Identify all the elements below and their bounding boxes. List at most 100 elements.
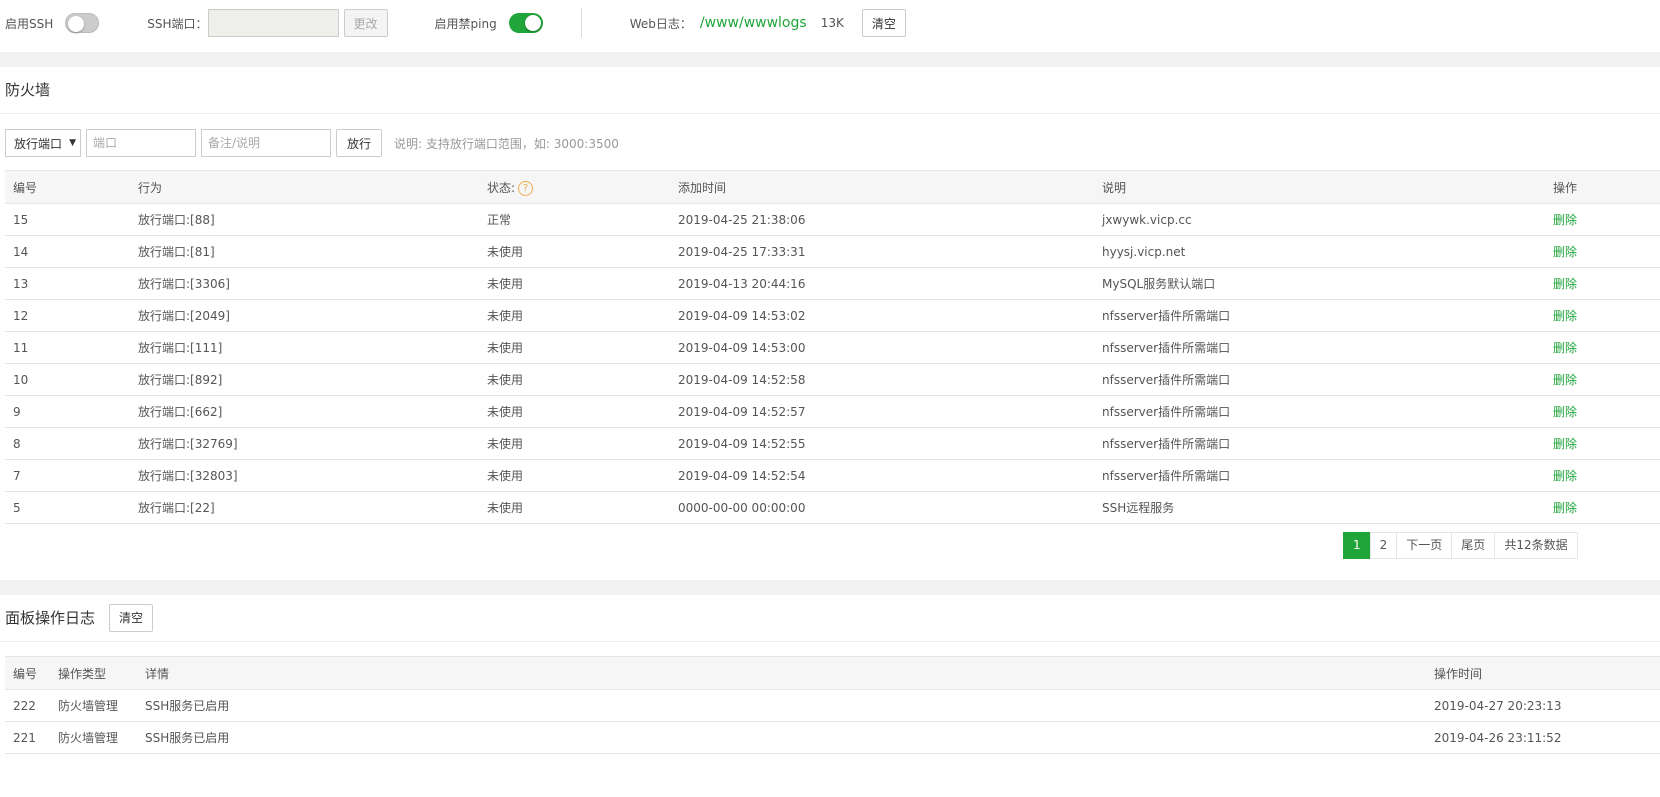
last-page-button[interactable]: 尾页: [1451, 532, 1496, 559]
ping-label: 启用禁ping: [434, 16, 497, 31]
cell-status: 未使用: [479, 491, 670, 524]
table-row: 222 防火墙管理 SSH服务已启用 2019-04-27 20:23:13: [5, 689, 1660, 722]
cell-id: 8: [5, 427, 130, 460]
delete-link[interactable]: 删除: [1545, 299, 1660, 332]
table-row: 5 放行端口:[22] 未使用 0000-00-00 00:00:00 SSH远程服务删…: [5, 491, 1660, 524]
oplog-table: 编号 操作类型 详情 操作时间 222 防火墙管理 SSH服务已启用 2019-04-…: [5, 656, 1660, 754]
toggle-knob: [524, 15, 541, 31]
cell-id: 5: [5, 491, 130, 524]
cell-action: 放行端口:[81]: [130, 235, 479, 268]
cell-id: 14: [5, 235, 130, 268]
cell-note: nfsserver插件所需端口: [1094, 299, 1545, 332]
cell-detail: SSH服务已启用: [137, 721, 1426, 754]
col-note: 说明: [1094, 170, 1545, 204]
allow-port-button[interactable]: 放行: [336, 129, 383, 157]
port-input[interactable]: [86, 129, 196, 157]
rule-type-value: 放行端口: [14, 136, 63, 151]
delete-link[interactable]: 删除: [1545, 427, 1660, 460]
cell-note: nfsserver插件所需端口: [1094, 395, 1545, 428]
col-action: 行为: [130, 170, 479, 204]
ssh-port-input[interactable]: [207, 9, 339, 37]
help-icon[interactable]: ?: [518, 180, 534, 196]
firewall-toolbar: 放行端口 ▼ 放行 说明: 支持放行端口范围，如: 3000:3500: [0, 114, 1660, 157]
delete-link[interactable]: 删除: [1545, 363, 1660, 396]
cell-status: 未使用: [479, 235, 670, 268]
delete-link[interactable]: 删除: [1545, 331, 1660, 364]
weblog-label: Web日志：: [629, 16, 692, 31]
delete-link[interactable]: 删除: [1545, 491, 1660, 524]
col-status: 状态:?: [479, 170, 670, 204]
col-status-label: 状态:: [487, 180, 516, 195]
cell-status: 未使用: [479, 267, 670, 300]
cell-action: 放行端口:[32803]: [130, 459, 479, 492]
cell-action: 放行端口:[32769]: [130, 427, 479, 460]
col-id: 编号: [5, 170, 130, 204]
delete-link[interactable]: 删除: [1545, 395, 1660, 428]
clear-oplog-button[interactable]: 清空: [109, 604, 154, 632]
divider: [580, 8, 582, 38]
cell-note: MySQL服务默认端口: [1094, 267, 1545, 300]
table-row: 7 放行端口:[32803] 未使用 2019-04-09 14:52:54 nfsse…: [5, 459, 1660, 492]
col-time: 操作时间: [1426, 656, 1660, 690]
weblog-path-link[interactable]: /www/wwwlogs: [700, 15, 807, 31]
cell-note: nfsserver插件所需端口: [1094, 427, 1545, 460]
cell-note: nfsserver插件所需端口: [1094, 459, 1545, 492]
toggle-knob: [68, 16, 85, 32]
oplog-title: 面板操作日志: [5, 609, 96, 627]
next-page-button[interactable]: 下一页: [1396, 532, 1453, 559]
cell-time: 0000-00-00 00:00:00: [670, 491, 1094, 524]
delete-link[interactable]: 删除: [1545, 459, 1660, 492]
pagination: 1 2 下一页 尾页 共12条数据: [1343, 532, 1578, 559]
col-id: 编号: [5, 656, 50, 690]
ssh-port-label: SSH端口：: [147, 16, 208, 31]
delete-link[interactable]: 删除: [1545, 203, 1660, 236]
caret-down-icon: ▼: [69, 138, 76, 148]
note-input[interactable]: [201, 129, 331, 157]
cell-note: nfsserver插件所需端口: [1094, 331, 1545, 364]
cell-id: 9: [5, 395, 130, 428]
firewall-panel: 防火墙 放行端口 ▼ 放行 说明: 支持放行端口范围，如: 3000:3500 …: [0, 67, 1660, 580]
cell-id: 10: [5, 363, 130, 396]
ping-toggle[interactable]: [508, 13, 543, 33]
cell-action: 放行端口:[22]: [130, 491, 479, 524]
table-row: 13 放行端口:[3306] 未使用 2019-04-13 20:44:16 MySQL…: [5, 267, 1660, 300]
clear-weblog-button[interactable]: 清空: [861, 9, 906, 37]
cell-time: 2019-04-26 23:11:52: [1426, 721, 1660, 754]
page-2-button[interactable]: 2: [1369, 532, 1398, 559]
weblog-size: 13K: [820, 16, 844, 30]
cell-action: 放行端口:[111]: [130, 331, 479, 364]
operation-log-panel: 面板操作日志 清空 编号 操作类型 详情 操作时间 222 防火墙管理 SSH服务已…: [0, 595, 1660, 797]
cell-status: 正常: [479, 203, 670, 236]
cell-time: 2019-04-25 21:38:06: [670, 203, 1094, 236]
col-op: 操作: [1545, 170, 1660, 204]
cell-action: 放行端口:[662]: [130, 395, 479, 428]
cell-id: 13: [5, 267, 130, 300]
ssh-toggle[interactable]: [65, 13, 100, 33]
cell-status: 未使用: [479, 395, 670, 428]
table-row: 10 放行端口:[892] 未使用 2019-04-09 14:52:58 nfsser…: [5, 363, 1660, 396]
page-1-button[interactable]: 1: [1343, 532, 1371, 559]
col-time: 添加时间: [670, 170, 1094, 204]
total-count: 共12条数据: [1494, 532, 1578, 559]
col-detail: 详情: [137, 656, 1426, 690]
cell-action: 放行端口:[892]: [130, 363, 479, 396]
col-type: 操作类型: [50, 656, 137, 690]
delete-link[interactable]: 删除: [1545, 267, 1660, 300]
cell-type: 防火墙管理: [50, 689, 137, 722]
cell-time: 2019-04-27 20:23:13: [1426, 689, 1660, 722]
cell-time: 2019-04-13 20:44:16: [670, 267, 1094, 300]
table-row: 9 放行端口:[662] 未使用 2019-04-09 14:52:57 nfsserv…: [5, 395, 1660, 428]
cell-type: 防火墙管理: [50, 721, 137, 754]
cell-id: 15: [5, 203, 130, 236]
cell-time: 2019-04-09 14:53:02: [670, 299, 1094, 332]
security-settings-bar: 启用SSH SSH端口： 更改 启用禁ping Web日志： /www/wwwl…: [0, 0, 1660, 52]
table-row: 15 放行端口:[88] 正常 2019-04-25 21:38:06 jxwywk.v…: [5, 203, 1660, 236]
rule-type-select[interactable]: 放行端口 ▼: [5, 129, 81, 157]
cell-id: 7: [5, 459, 130, 492]
delete-link[interactable]: 删除: [1545, 235, 1660, 268]
cell-status: 未使用: [479, 363, 670, 396]
change-port-button[interactable]: 更改: [343, 9, 388, 37]
cell-time: 2019-04-25 17:33:31: [670, 235, 1094, 268]
firewall-table: 编号 行为 状态:? 添加时间 说明 操作 15 放行端口:[88] 正常 2019-…: [5, 170, 1660, 524]
cell-action: 放行端口:[88]: [130, 203, 479, 236]
